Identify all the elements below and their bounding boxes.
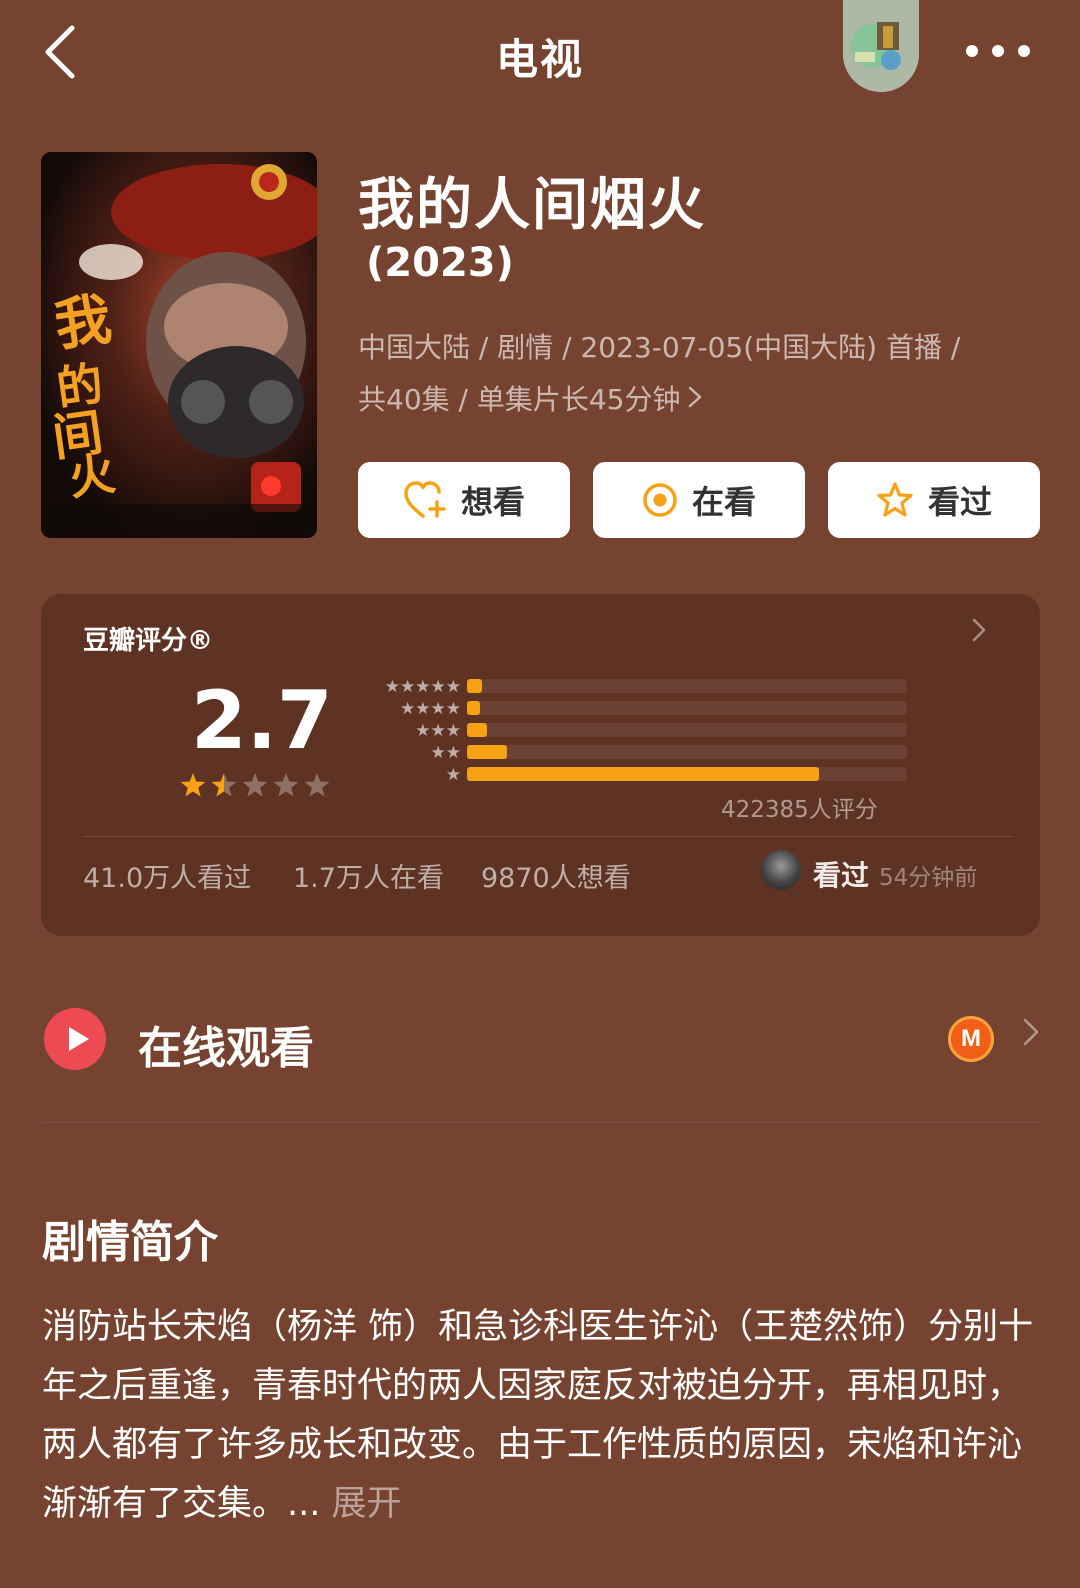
distribution-row: ★★★★ — [351, 698, 911, 720]
distribution-stars: ★★★★ — [400, 699, 461, 719]
distribution-row: ★ — [351, 764, 911, 786]
target-icon — [643, 483, 677, 517]
chevron-right-icon[interactable] — [971, 616, 987, 652]
show-year: (2023) — [366, 240, 514, 286]
rating-star-icon — [273, 773, 299, 797]
more-dot-icon — [992, 45, 1004, 57]
divider — [83, 836, 1013, 837]
distribution-stars: ★ — [445, 765, 461, 785]
distribution-track — [467, 723, 907, 737]
more-dot-icon — [966, 45, 978, 57]
rating-star-icon — [242, 773, 268, 797]
rating-stars — [180, 773, 330, 797]
heart-plus-icon — [404, 481, 446, 518]
star-outline-icon — [877, 482, 913, 517]
meta-line-1: 中国大陆 / 剧情 / 2023-07-05(中国大陆) 首播 / — [358, 331, 961, 364]
rating-label: 豆瓣评分® — [83, 626, 214, 656]
distribution-stars: ★★★ — [415, 721, 461, 741]
synopsis-title: 剧情简介 — [42, 1217, 218, 1268]
synopsis-body: 消防站长宋焰（杨洋 饰）和急诊科医生许沁（王楚然饰）分别十年之后重逢，青春时代的… — [42, 1307, 1034, 1524]
more-dot-icon — [1018, 45, 1030, 57]
rating-star-icon — [180, 773, 206, 797]
watching-count: 1.7万人在看 — [293, 863, 444, 894]
watched-count: 41.0万人看过 — [83, 863, 252, 894]
play-icon — [44, 1008, 106, 1070]
show-title: 我的人间烟火 — [358, 173, 706, 238]
friend-time: 54分钟前 — [879, 865, 978, 891]
distribution-row: ★★★ — [351, 720, 911, 742]
expand-link[interactable]: 展开 — [332, 1484, 402, 1524]
meta-line-2-text: 共40集 / 单集片长45分钟 — [358, 383, 681, 416]
user-avatar[interactable] — [843, 0, 919, 92]
watching-button[interactable]: 在看 — [593, 462, 805, 538]
divider — [41, 1122, 1040, 1123]
rating-score: 2.7 — [191, 674, 333, 767]
show-meta[interactable]: 中国大陆 / 剧情 / 2023-07-05(中国大陆) 首播 / 共40集 /… — [358, 322, 1048, 426]
rating-star-icon — [211, 773, 237, 797]
distribution-bar — [467, 701, 481, 715]
distribution-track — [467, 767, 907, 781]
watched-button[interactable]: 看过 — [828, 462, 1040, 538]
chevron-right-icon — [687, 374, 703, 426]
synopsis-text: 消防站长宋焰（杨洋 饰）和急诊科医生许沁（王楚然饰）分别十年之后重逢，青春时代的… — [42, 1298, 1042, 1534]
distribution-bar — [467, 767, 819, 781]
distribution-track — [467, 745, 907, 759]
distribution-stars: ★★★★★ — [384, 677, 461, 697]
friend-avatar[interactable] — [761, 850, 801, 890]
want-to-watch-button[interactable]: 想看 — [358, 462, 570, 538]
svg-text:我: 我 — [51, 287, 116, 359]
provider-logo-icon[interactable]: M — [948, 1016, 994, 1062]
watched-label: 看过 — [927, 483, 992, 521]
watching-label: 在看 — [691, 483, 756, 521]
more-options-button[interactable] — [966, 40, 1030, 62]
chevron-right-icon — [1022, 1016, 1040, 1057]
meta-line-2: 共40集 / 单集片长45分钟 — [358, 374, 1048, 426]
poster-image[interactable]: 我 的 间 火 — [41, 152, 317, 538]
distribution-row: ★★ — [351, 742, 911, 764]
distribution-bar — [467, 723, 487, 737]
rating-star-icon — [304, 773, 330, 797]
watch-online-label: 在线观看 — [138, 1023, 314, 1074]
svg-text:火: 火 — [65, 446, 118, 506]
rating-count: 422385人评分 — [721, 797, 878, 823]
distribution-stars: ★★ — [430, 743, 461, 763]
rating-card[interactable]: 豆瓣评分® 2.7 ★★★★★ ★★★★ ★★★ ★★ ★ 422385人评分 41.0… — [41, 594, 1040, 936]
distribution-track — [467, 679, 907, 693]
distribution-bar — [467, 745, 507, 759]
distribution-track — [467, 701, 907, 715]
want-to-watch-label: 想看 — [460, 483, 525, 521]
distribution-bar — [467, 679, 483, 693]
friend-action: 看过 — [813, 859, 870, 892]
watch-online-row[interactable]: 在线观看 M — [0, 1000, 1080, 1080]
top-bar: 电视 — [0, 0, 1080, 110]
distribution-row: ★★★★★ — [351, 676, 911, 698]
want-count: 9870人想看 — [481, 863, 631, 894]
rating-distribution: ★★★★★ ★★★★ ★★★ ★★ ★ — [351, 676, 911, 786]
